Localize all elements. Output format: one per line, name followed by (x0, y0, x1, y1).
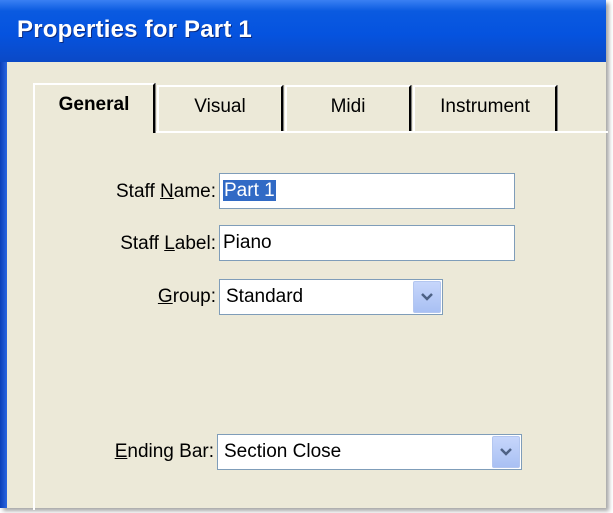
tab-general-label: General (58, 94, 130, 115)
group-label: Group: (157, 286, 216, 307)
staff-label-label: Staff Label: (120, 233, 216, 254)
ending-bar-value: Section Close (224, 441, 342, 462)
group-value: Standard (226, 286, 304, 307)
tab-visual[interactable]: Visual (157, 85, 283, 131)
ending-bar-select[interactable]: Section Close (217, 434, 522, 470)
window-title: Properties for Part 1 (17, 16, 252, 43)
window-frame-left (0, 62, 7, 508)
tab-strip: General Visual Midi Instrument (33, 83, 573, 135)
ending-bar-dropdown-button[interactable] (492, 436, 520, 468)
staff-name-field[interactable]: Part 1 (219, 173, 515, 209)
group-select[interactable]: Standard (219, 279, 443, 315)
properties-dialog: Properties for Part 1 General Visual Mid… (0, 0, 608, 510)
tab-instrument-label: Instrument (440, 96, 530, 117)
tab-instrument[interactable]: Instrument (413, 85, 557, 131)
staff-label-field[interactable]: Piano (219, 225, 515, 261)
staff-name-label: Staff Name: (116, 181, 216, 202)
chevron-down-icon (500, 448, 512, 456)
tab-general[interactable]: General (33, 83, 155, 133)
group-dropdown-button[interactable] (413, 281, 441, 313)
tab-midi[interactable]: Midi (285, 85, 411, 131)
chevron-down-icon (421, 293, 433, 301)
ending-bar-label: Ending Bar: (114, 441, 214, 462)
tab-midi-label: Midi (330, 96, 366, 117)
title-bar[interactable]: Properties for Part 1 (0, 0, 606, 62)
tab-visual-label: Visual (194, 96, 246, 117)
staff-label-value: Piano (223, 232, 272, 253)
staff-name-value: Part 1 (223, 180, 276, 201)
